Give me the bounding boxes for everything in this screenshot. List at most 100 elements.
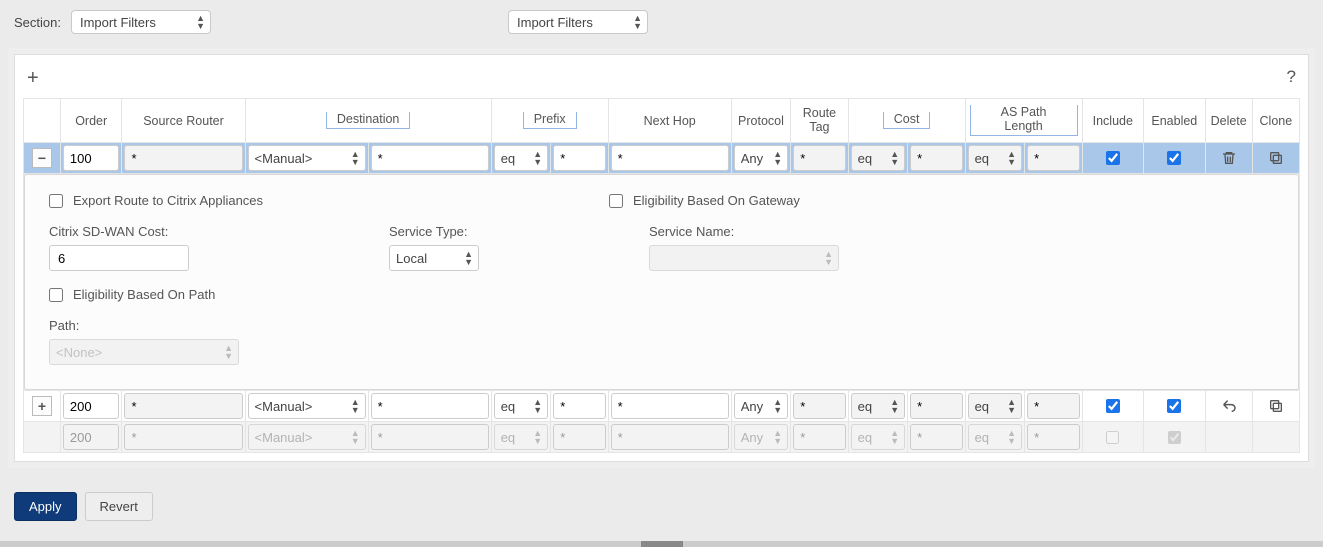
sdwan-cost-label: Citrix SD-WAN Cost: [49, 224, 369, 239]
cost-op-select[interactable]: eq [851, 393, 905, 419]
prefix-value-input[interactable] [553, 145, 605, 171]
col-toggle [24, 99, 61, 143]
section-select-2-wrap: Import Filters [508, 10, 648, 34]
footer: Apply Revert [0, 482, 1323, 541]
destination-select[interactable]: <Manual> [248, 393, 366, 419]
route-tag-input[interactable] [793, 393, 845, 419]
section-select-1[interactable]: Import Filters [71, 10, 211, 34]
route-tag-input [793, 424, 845, 450]
destination-select: <Manual> [248, 424, 366, 450]
col-include: Include [1082, 99, 1144, 143]
expanded-details: Export Route to Citrix Appliances Eligib… [24, 174, 1300, 391]
include-checkbox[interactable] [1106, 399, 1120, 413]
apl-value-input[interactable] [1027, 145, 1079, 171]
source-router-input [124, 424, 242, 450]
destination-select[interactable]: <Manual> [248, 145, 366, 171]
protocol-select[interactable]: Any [734, 393, 788, 419]
panel-mid: + ? Order Source Router Destination Pref… [8, 48, 1315, 468]
cost-value-input [910, 424, 962, 450]
section-select-2[interactable]: Import Filters [508, 10, 648, 34]
enabled-checkbox[interactable] [1167, 399, 1181, 413]
prefix-op-select[interactable]: eq [494, 393, 548, 419]
path-label: Path: [49, 318, 1274, 333]
export-route-checkbox[interactable] [49, 194, 63, 208]
col-cost: Cost [848, 99, 965, 143]
cost-op-select[interactable]: eq [851, 145, 905, 171]
col-protocol: Protocol [731, 99, 790, 143]
enabled-checkbox[interactable] [1167, 151, 1181, 165]
section-select-1-wrap: Import Filters [71, 10, 211, 34]
clone-icon[interactable] [1252, 391, 1299, 422]
include-checkbox[interactable] [1106, 151, 1120, 165]
cost-value-input[interactable] [910, 393, 962, 419]
eligibility-gateway-label: Eligibility Based On Gateway [633, 193, 800, 208]
prefix-value-input[interactable] [553, 393, 605, 419]
panel-outer: + ? Order Source Router Destination Pref… [0, 48, 1323, 482]
cost-op-select: eq [851, 424, 905, 450]
filters-panel: + ? Order Source Router Destination Pref… [14, 54, 1309, 462]
protocol-select: Any [734, 424, 788, 450]
col-destination: Destination [245, 99, 491, 143]
next-hop-input [611, 424, 729, 450]
order-input [63, 424, 120, 450]
section-bar: Section: Import Filters Import Filters [0, 0, 1323, 48]
table-header-row: Order Source Router Destination Prefix N… [24, 99, 1300, 143]
apply-button[interactable]: Apply [14, 492, 77, 521]
source-router-input[interactable] [124, 393, 242, 419]
prefix-op-select: eq [494, 424, 548, 450]
table-row: − <Manual> eq Any eq eq [24, 143, 1300, 174]
cost-value-input[interactable] [910, 145, 962, 171]
sdwan-cost-input[interactable] [49, 245, 189, 271]
eligibility-path-checkbox[interactable] [49, 288, 63, 302]
revert-button[interactable]: Revert [85, 492, 153, 521]
resize-handle[interactable] [0, 541, 1323, 547]
col-enabled: Enabled [1144, 99, 1206, 143]
destination-value-input [371, 424, 489, 450]
collapse-toggle[interactable]: − [32, 148, 52, 168]
apl-op-select: eq [968, 424, 1022, 450]
destination-value-input[interactable] [371, 145, 489, 171]
destination-value-input[interactable] [371, 393, 489, 419]
service-type-select[interactable]: Local [389, 245, 479, 271]
enabled-checkbox [1168, 431, 1181, 444]
prefix-value-input [553, 424, 605, 450]
source-router-input[interactable] [124, 145, 242, 171]
section-label: Section: [14, 15, 61, 30]
delete-icon[interactable] [1205, 143, 1252, 174]
filters-table: Order Source Router Destination Prefix N… [23, 98, 1300, 453]
eligibility-path-label: Eligibility Based On Path [73, 287, 215, 302]
service-name-select [649, 245, 839, 271]
order-input[interactable] [63, 145, 120, 171]
undo-icon[interactable] [1205, 391, 1252, 422]
expand-toggle[interactable]: + [32, 396, 52, 416]
add-icon[interactable]: + [27, 67, 39, 90]
prefix-op-select[interactable]: eq [494, 145, 548, 171]
route-tag-input[interactable] [793, 145, 845, 171]
protocol-select[interactable]: Any [734, 145, 788, 171]
apl-op-select[interactable]: eq [968, 393, 1022, 419]
export-route-label: Export Route to Citrix Appliances [73, 193, 263, 208]
order-input[interactable] [63, 393, 120, 419]
col-as-path-length: AS Path Length [965, 99, 1082, 143]
next-hop-input[interactable] [611, 145, 729, 171]
col-source-router: Source Router [122, 99, 245, 143]
panel-toolbar: + ? [23, 63, 1300, 98]
expanded-panel: Export Route to Citrix Appliances Eligib… [24, 174, 1299, 390]
include-checkbox [1106, 431, 1119, 444]
col-route-tag: Route Tag [791, 99, 848, 143]
col-next-hop: Next Hop [608, 99, 731, 143]
path-select: <None> [49, 339, 239, 365]
apl-value-input [1027, 424, 1079, 450]
service-type-label: Service Type: [389, 224, 629, 239]
service-name-label: Service Name: [649, 224, 909, 239]
next-hop-input[interactable] [611, 393, 729, 419]
table-row: <Manual> eq Any eq eq [24, 422, 1300, 453]
help-icon[interactable]: ? [1287, 67, 1296, 90]
col-prefix: Prefix [491, 99, 608, 143]
apl-op-select[interactable]: eq [968, 145, 1022, 171]
table-row: + <Manual> eq Any eq eq [24, 391, 1300, 422]
grip-icon [641, 541, 683, 547]
eligibility-gateway-checkbox[interactable] [609, 194, 623, 208]
clone-icon[interactable] [1252, 143, 1299, 174]
apl-value-input[interactable] [1027, 393, 1079, 419]
